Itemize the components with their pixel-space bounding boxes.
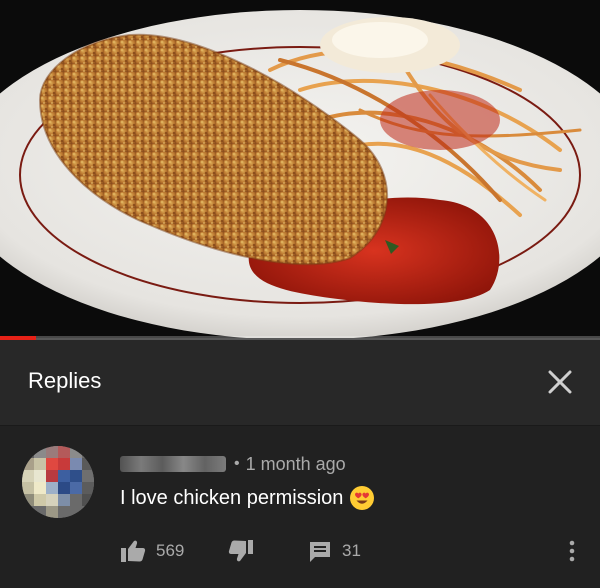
comment-text: I love chicken permission bbox=[120, 486, 344, 509]
thumbs-up-icon bbox=[121, 540, 146, 562]
more-vert-icon bbox=[569, 540, 575, 562]
video-frame-image bbox=[0, 0, 600, 338]
separator-dot: • bbox=[234, 455, 240, 472]
heart-eyes-emoji-icon bbox=[350, 486, 375, 510]
comment-time: 1 month ago bbox=[245, 453, 346, 474]
thumbs-down-icon bbox=[228, 540, 253, 562]
more-options-button[interactable] bbox=[564, 538, 580, 564]
replies-header: Replies bbox=[0, 340, 600, 426]
comment-item: • 1 month ago I love chicken permission … bbox=[0, 426, 600, 588]
comment-body: I love chicken permission bbox=[120, 485, 375, 511]
close-icon bbox=[548, 370, 572, 394]
close-button[interactable] bbox=[544, 366, 576, 398]
comment-meta: • 1 month ago bbox=[120, 453, 346, 475]
avatar[interactable] bbox=[22, 446, 94, 518]
replies-title: Replies bbox=[28, 368, 102, 393]
video-player[interactable] bbox=[0, 0, 600, 338]
reply-count: 31 bbox=[342, 541, 361, 560]
comment-icon bbox=[310, 542, 330, 562]
like-count: 569 bbox=[156, 541, 185, 560]
pixelated-avatar-image bbox=[22, 446, 94, 518]
comment-actions: 569 31 bbox=[120, 538, 580, 564]
reply-button[interactable]: 31 bbox=[308, 538, 361, 564]
dislike-button[interactable] bbox=[228, 538, 254, 564]
like-button[interactable]: 569 bbox=[120, 538, 184, 564]
username-redacted[interactable] bbox=[120, 456, 226, 472]
